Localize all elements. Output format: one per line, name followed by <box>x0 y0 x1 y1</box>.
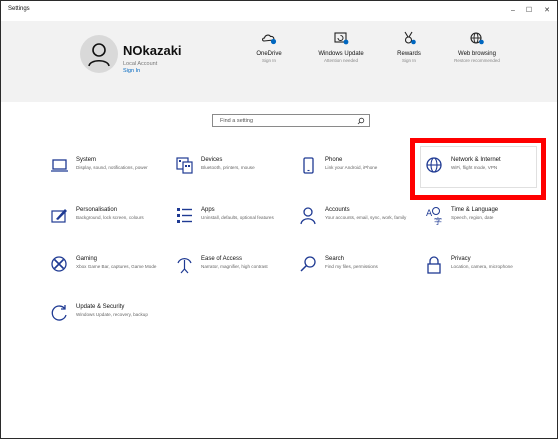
category-search[interactable]: Search Find my files, permissions <box>299 255 419 295</box>
category-title: Ease of Access <box>201 256 243 262</box>
category-desc: Windows Update, recovery, backup <box>76 312 148 317</box>
header-item-label: Rewards <box>397 51 421 57</box>
header-item-sub: Sign In <box>401 58 416 63</box>
header-item-label: Windows Update <box>318 51 364 57</box>
search-icon <box>357 117 365 125</box>
search-placeholder: Find a setting <box>220 118 254 124</box>
window-title: Settings <box>8 6 30 12</box>
search-input[interactable]: Find a setting <box>212 114 370 127</box>
time-language-icon: A 字 <box>426 207 442 226</box>
minimize-button[interactable]: – <box>505 4 521 18</box>
windows-update-icon <box>334 32 349 45</box>
category-personalisation[interactable]: Personalisation Background, lock screen,… <box>50 206 170 246</box>
header-item-label: OneDrive <box>256 51 282 57</box>
onedrive-icon <box>262 34 277 45</box>
category-desc: Xbox Game Bar, captures, Game Mode <box>76 264 157 269</box>
person-icon <box>88 43 110 67</box>
category-title: Apps <box>201 207 215 213</box>
category-desc: Find my files, permissions <box>325 264 378 269</box>
account-name: NOkazaki <box>123 43 182 58</box>
rewards-icon <box>404 31 416 45</box>
search-icon <box>300 256 316 272</box>
lock-icon <box>427 256 441 274</box>
category-title: Search <box>325 256 345 262</box>
category-desc: Speech, region, date <box>451 215 494 220</box>
close-button[interactable]: ✕ <box>539 4 555 18</box>
svg-text:字: 字 <box>434 216 442 226</box>
header-item-web-browsing[interactable]: Web browsing Restore recommended <box>442 31 512 64</box>
category-desc: Bluetooth, printers, mouse <box>201 165 255 170</box>
person-icon <box>300 207 316 225</box>
category-desc: Display, sound, notifications, power <box>76 165 148 170</box>
category-desc: Background, lock screen, colours <box>76 215 144 220</box>
category-phone[interactable]: Phone Link your Android, iPhone <box>299 156 419 196</box>
category-ease-of-access[interactable]: Ease of Access Narrator, magnifier, high… <box>175 255 295 295</box>
category-devices[interactable]: Devices Bluetooth, printers, mouse <box>175 156 295 196</box>
header-item-sub: Attention needed <box>323 58 359 63</box>
category-desc: Your accounts, email, sync, work, family <box>325 215 407 220</box>
category-title: Gaming <box>76 256 98 262</box>
category-privacy[interactable]: Privacy Location, camera, microphone <box>425 255 545 295</box>
category-title: Update & Security <box>76 304 125 310</box>
paint-icon <box>51 209 67 223</box>
settings-window: Settings – ☐ ✕ NOkazaki Local Account Si… <box>0 0 558 439</box>
highlight-box <box>410 138 546 200</box>
category-system[interactable]: System Display, sound, notifications, po… <box>50 156 170 196</box>
xbox-icon <box>51 256 67 272</box>
laptop-icon <box>51 159 68 172</box>
category-title: Devices <box>201 157 223 163</box>
sign-in-link[interactable]: Sign In <box>123 68 140 74</box>
ease-of-access-icon <box>177 258 192 274</box>
header-item-sub: Sign In <box>261 58 276 63</box>
category-title: Personalisation <box>76 207 118 213</box>
category-title: Privacy <box>451 256 471 262</box>
apps-list-icon <box>177 208 192 223</box>
header-item-onedrive[interactable]: OneDrive Sign In <box>234 31 304 64</box>
category-title: Time & Language <box>451 207 499 213</box>
svg-text:A: A <box>426 209 433 219</box>
header-item-rewards[interactable]: Rewards Sign In <box>374 31 444 64</box>
title-bar: Settings – ☐ ✕ <box>1 1 557 21</box>
account-type: Local Account <box>123 61 158 67</box>
refresh-icon <box>51 305 67 321</box>
category-apps[interactable]: Apps Uninstall, defaults, optional featu… <box>175 206 295 246</box>
category-update-security[interactable]: Update & Security Windows Update, recove… <box>50 303 170 343</box>
category-gaming[interactable]: Gaming Xbox Game Bar, captures, Game Mod… <box>50 255 170 295</box>
header-item-windows-update[interactable]: Windows Update Attention needed <box>306 31 376 64</box>
category-accounts[interactable]: Accounts Your accounts, email, sync, wor… <box>299 206 419 246</box>
maximize-button[interactable]: ☐ <box>521 4 537 18</box>
category-desc: Uninstall, defaults, optional features <box>201 215 274 220</box>
category-time-language[interactable]: A 字 Time & Language Speech, region, date <box>425 206 545 246</box>
avatar[interactable] <box>80 35 118 73</box>
phone-icon <box>303 157 314 174</box>
category-desc: Location, camera, microphone <box>451 264 513 269</box>
category-desc: Narrator, magnifier, high contrast <box>201 264 268 269</box>
account-header: NOkazaki Local Account Sign In OneDrive … <box>1 21 557 102</box>
category-title: System <box>76 157 97 163</box>
category-title: Phone <box>325 157 343 163</box>
category-title: Accounts <box>325 207 350 213</box>
keyboard-icon <box>176 157 193 174</box>
header-item-label: Web browsing <box>458 51 496 57</box>
globe-icon <box>470 32 484 45</box>
header-item-sub: Restore recommended <box>454 58 500 63</box>
